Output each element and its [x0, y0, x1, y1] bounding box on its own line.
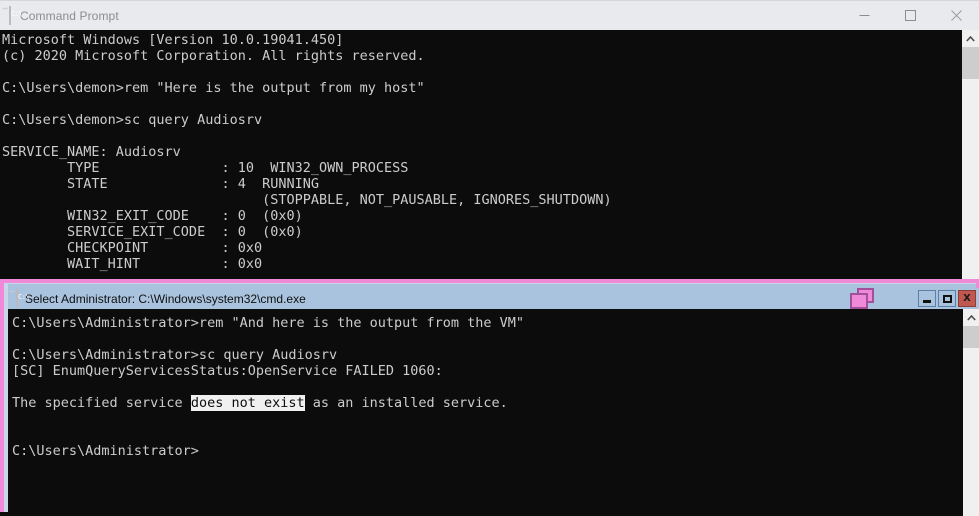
close-icon: X — [963, 292, 971, 304]
host-scrollbar-thumb[interactable] — [962, 47, 979, 79]
host-console-surface[interactable]: Microsoft Windows [Version 10.0.19041.45… — [0, 30, 962, 288]
host-close-button[interactable] — [933, 1, 979, 31]
host-console-text: Microsoft Windows [Version 10.0.19041.45… — [2, 32, 612, 272]
chevron-up-icon — [967, 314, 976, 321]
cmd-icon-glyph: C:\ — [18, 292, 30, 301]
minimize-icon — [923, 299, 931, 303]
console-text-selection[interactable]: does not exist — [190, 395, 305, 411]
maximize-icon — [942, 294, 952, 303]
cmd-icon-glyph: C:\ — [11, 9, 23, 18]
vm-console-text: C:\Users\Administrator>rem "And here is … — [12, 315, 525, 459]
host-scrollbar-up-arrow[interactable] — [962, 30, 979, 47]
maximize-icon — [904, 10, 916, 21]
vm-maximize-button[interactable] — [938, 290, 956, 307]
host-minimize-button[interactable] — [841, 1, 887, 31]
vm-close-button[interactable]: X — [958, 290, 976, 307]
vm-window-controls: X — [918, 290, 976, 307]
host-window-controls — [841, 1, 979, 31]
cmd-icon: C:\ — [10, 288, 30, 308]
vm-command-prompt-window[interactable]: C:\ Select Administrator: C:\Windows\sys… — [0, 279, 979, 516]
vm-titlebar[interactable]: C:\ Select Administrator: C:\Windows\sys… — [8, 287, 979, 310]
vm-minimize-button[interactable] — [918, 290, 936, 307]
close-icon — [950, 10, 962, 21]
vm-console-surface[interactable]: C:\Users\Administrator>rem "And here is … — [8, 309, 963, 516]
host-titlebar[interactable]: C:\ Command Prompt — [0, 0, 979, 30]
minimize-icon — [859, 15, 869, 16]
host-maximize-button[interactable] — [887, 1, 933, 31]
host-command-prompt-window[interactable]: C:\ Command Prompt Microsoft Windows [Ve… — [0, 0, 979, 288]
cmd-icon: C:\ — [3, 5, 23, 25]
vm-scrollbar-up-arrow[interactable] — [963, 309, 979, 326]
host-scrollbar[interactable] — [962, 30, 979, 288]
chevron-up-icon — [966, 35, 975, 42]
vm-scrollbar[interactable] — [963, 309, 979, 516]
vm-scrollbar-thumb[interactable] — [963, 326, 979, 348]
vm-window-title: Select Administrator: C:\Windows\system3… — [25, 291, 306, 306]
host-window-title: Command Prompt — [20, 8, 119, 23]
cascade-windows-icon — [850, 287, 876, 310]
